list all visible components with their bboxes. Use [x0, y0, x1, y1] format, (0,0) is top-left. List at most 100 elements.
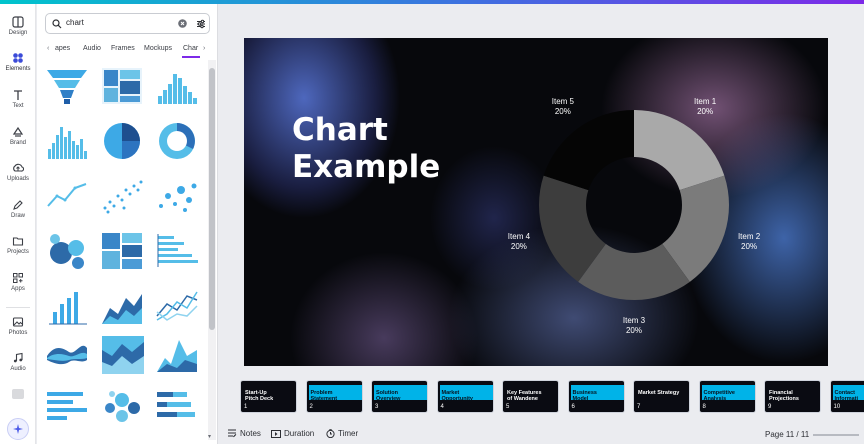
line-chart-element[interactable]: [45, 176, 89, 216]
page-thumbnail[interactable]: Financial Projections 9: [764, 380, 821, 413]
photos-icon: [12, 317, 24, 327]
timer-label: Timer: [338, 429, 359, 438]
page-thumbnail[interactable]: Start-Up Pitch Deck 1: [240, 380, 297, 413]
pie-chart-element[interactable]: [100, 121, 144, 161]
text-icon: [14, 90, 22, 100]
donut-chart[interactable]: [244, 38, 828, 366]
page-thumbnail[interactable]: Market Opportunity 4: [436, 380, 494, 413]
packed-bubble-element[interactable]: [45, 231, 89, 271]
rail-apps[interactable]: Apps: [0, 272, 36, 306]
mosaic-chart-element[interactable]: [100, 231, 144, 271]
column-chart-element[interactable]: [45, 286, 89, 326]
active-tab-indicator: [182, 56, 200, 58]
duration-button[interactable]: Duration: [271, 429, 314, 438]
rail-audio[interactable]: Audio: [0, 352, 36, 386]
slice-name: Item 2: [737, 232, 761, 242]
page-thumbnail[interactable]: Market Strategy 7: [633, 380, 690, 413]
page-thumbnail[interactable]: Contact Informati 10: [829, 380, 864, 413]
rail-brand[interactable]: Brand: [0, 126, 36, 160]
slice-name: Item 5: [551, 97, 574, 107]
stacked-bar-element[interactable]: [155, 386, 199, 426]
page-thumbnail[interactable]: Key Features of Wandene 5: [502, 380, 559, 413]
zoom-slider[interactable]: [813, 434, 859, 436]
rail-label: Audio: [10, 366, 26, 372]
timer-icon: [326, 429, 335, 438]
apps-icon: [13, 273, 23, 283]
brand-icon: [12, 126, 24, 137]
donut-slice[interactable]: [543, 110, 634, 191]
horizontal-bar-element[interactable]: [155, 231, 199, 271]
thumb-number: 5: [506, 404, 510, 410]
timer-button[interactable]: Timer: [326, 429, 358, 438]
thumb-title: Contact Informati: [834, 390, 859, 402]
rail-uploads[interactable]: Uploads: [0, 162, 36, 196]
histogram-chart-element[interactable]: [155, 66, 199, 106]
scroll-down-icon[interactable]: ▾: [208, 433, 211, 440]
rail-text[interactable]: Text: [0, 89, 36, 123]
page-thumbnail[interactable]: Problem Statement 2: [305, 380, 363, 413]
slice-value: 20%: [625, 326, 642, 335]
area-chart-element[interactable]: [100, 286, 144, 326]
grouped-bar-element[interactable]: [45, 386, 89, 426]
rail-label: Photos: [8, 330, 28, 336]
rail-label: Draw: [10, 213, 25, 219]
rail-label: Projects: [7, 249, 29, 255]
bubble-chart-element[interactable]: [155, 176, 199, 216]
rail-label: Elements: [5, 66, 31, 72]
duration-label: Duration: [284, 429, 315, 438]
rail-design[interactable]: Design: [0, 16, 36, 50]
notes-button[interactable]: Notes: [227, 429, 261, 438]
donut-slice[interactable]: [634, 110, 725, 191]
donut-slice-label: Item 4 20%: [499, 232, 539, 252]
bar-chart-element[interactable]: [45, 121, 89, 161]
thumb-title: Market Opportunity: [441, 390, 473, 402]
mountain-chart-element[interactable]: [155, 334, 199, 374]
funnel-chart-element[interactable]: [45, 66, 89, 106]
slide-canvas[interactable]: Chart Example Item 1 20% Item 2 20% Item 3 20…: [244, 38, 828, 366]
multi-line-chart-element[interactable]: [155, 286, 199, 326]
rail-photos[interactable]: Photos: [0, 316, 36, 350]
page-thumbnail[interactable]: Solution Overview 3: [371, 380, 428, 413]
rail-projects[interactable]: Projects: [0, 235, 36, 269]
search-input[interactable]: chart: [45, 13, 210, 34]
magic-button[interactable]: [7, 418, 29, 440]
thumb-title: Financial Projections: [769, 390, 799, 402]
stacked-area-element[interactable]: [100, 334, 144, 374]
draw-icon: [13, 200, 23, 210]
thumb-number: 6: [571, 404, 575, 410]
chevron-right-icon[interactable]: ›: [203, 45, 205, 52]
more-apps-icon[interactable]: [12, 389, 24, 399]
elements-icon: [13, 53, 23, 63]
donut-slice-label: Item 2 20%: [729, 232, 769, 252]
scatter-chart-element[interactable]: [100, 176, 144, 216]
scrollbar-thumb[interactable]: [209, 68, 215, 330]
thumb-number: 4: [440, 404, 444, 410]
filter-icon[interactable]: [196, 19, 206, 29]
rail-elements[interactable]: Elements: [0, 52, 36, 86]
stream-graph-element[interactable]: [45, 334, 89, 374]
thumb-number: 9: [768, 404, 772, 410]
thumb-title: Solution Overview: [376, 390, 401, 402]
panel-scrollbar[interactable]: [208, 60, 216, 440]
tab-audio[interactable]: Audio: [83, 45, 101, 52]
tab-frames[interactable]: Frames: [111, 45, 135, 52]
donut-chart-element[interactable]: [155, 121, 199, 161]
sparkle-icon: [13, 424, 23, 434]
rail-label: Apps: [11, 286, 25, 292]
tab-mockups[interactable]: Mockups: [144, 45, 172, 52]
tab-shapes[interactable]: apes: [55, 45, 70, 52]
page-thumbnail[interactable]: Business Model 6: [567, 380, 625, 413]
treemap-chart-element[interactable]: [100, 66, 144, 106]
tab-charts[interactable]: Char: [183, 45, 198, 52]
uploads-icon: [13, 163, 24, 172]
page-indicator[interactable]: Page 11 / 11: [765, 430, 809, 439]
thumb-number: 7: [637, 404, 641, 410]
rail-label: Brand: [9, 140, 26, 146]
rail-label: Text: [12, 103, 24, 109]
bubble-cluster-element[interactable]: [100, 386, 144, 426]
chevron-left-icon[interactable]: ‹: [47, 45, 49, 52]
page-thumbnail[interactable]: Competitive Analysis 8: [698, 380, 756, 413]
donut-slice-label: Item 5 20%: [543, 97, 583, 117]
rail-draw[interactable]: Draw: [0, 199, 36, 233]
clear-icon[interactable]: [178, 19, 187, 28]
